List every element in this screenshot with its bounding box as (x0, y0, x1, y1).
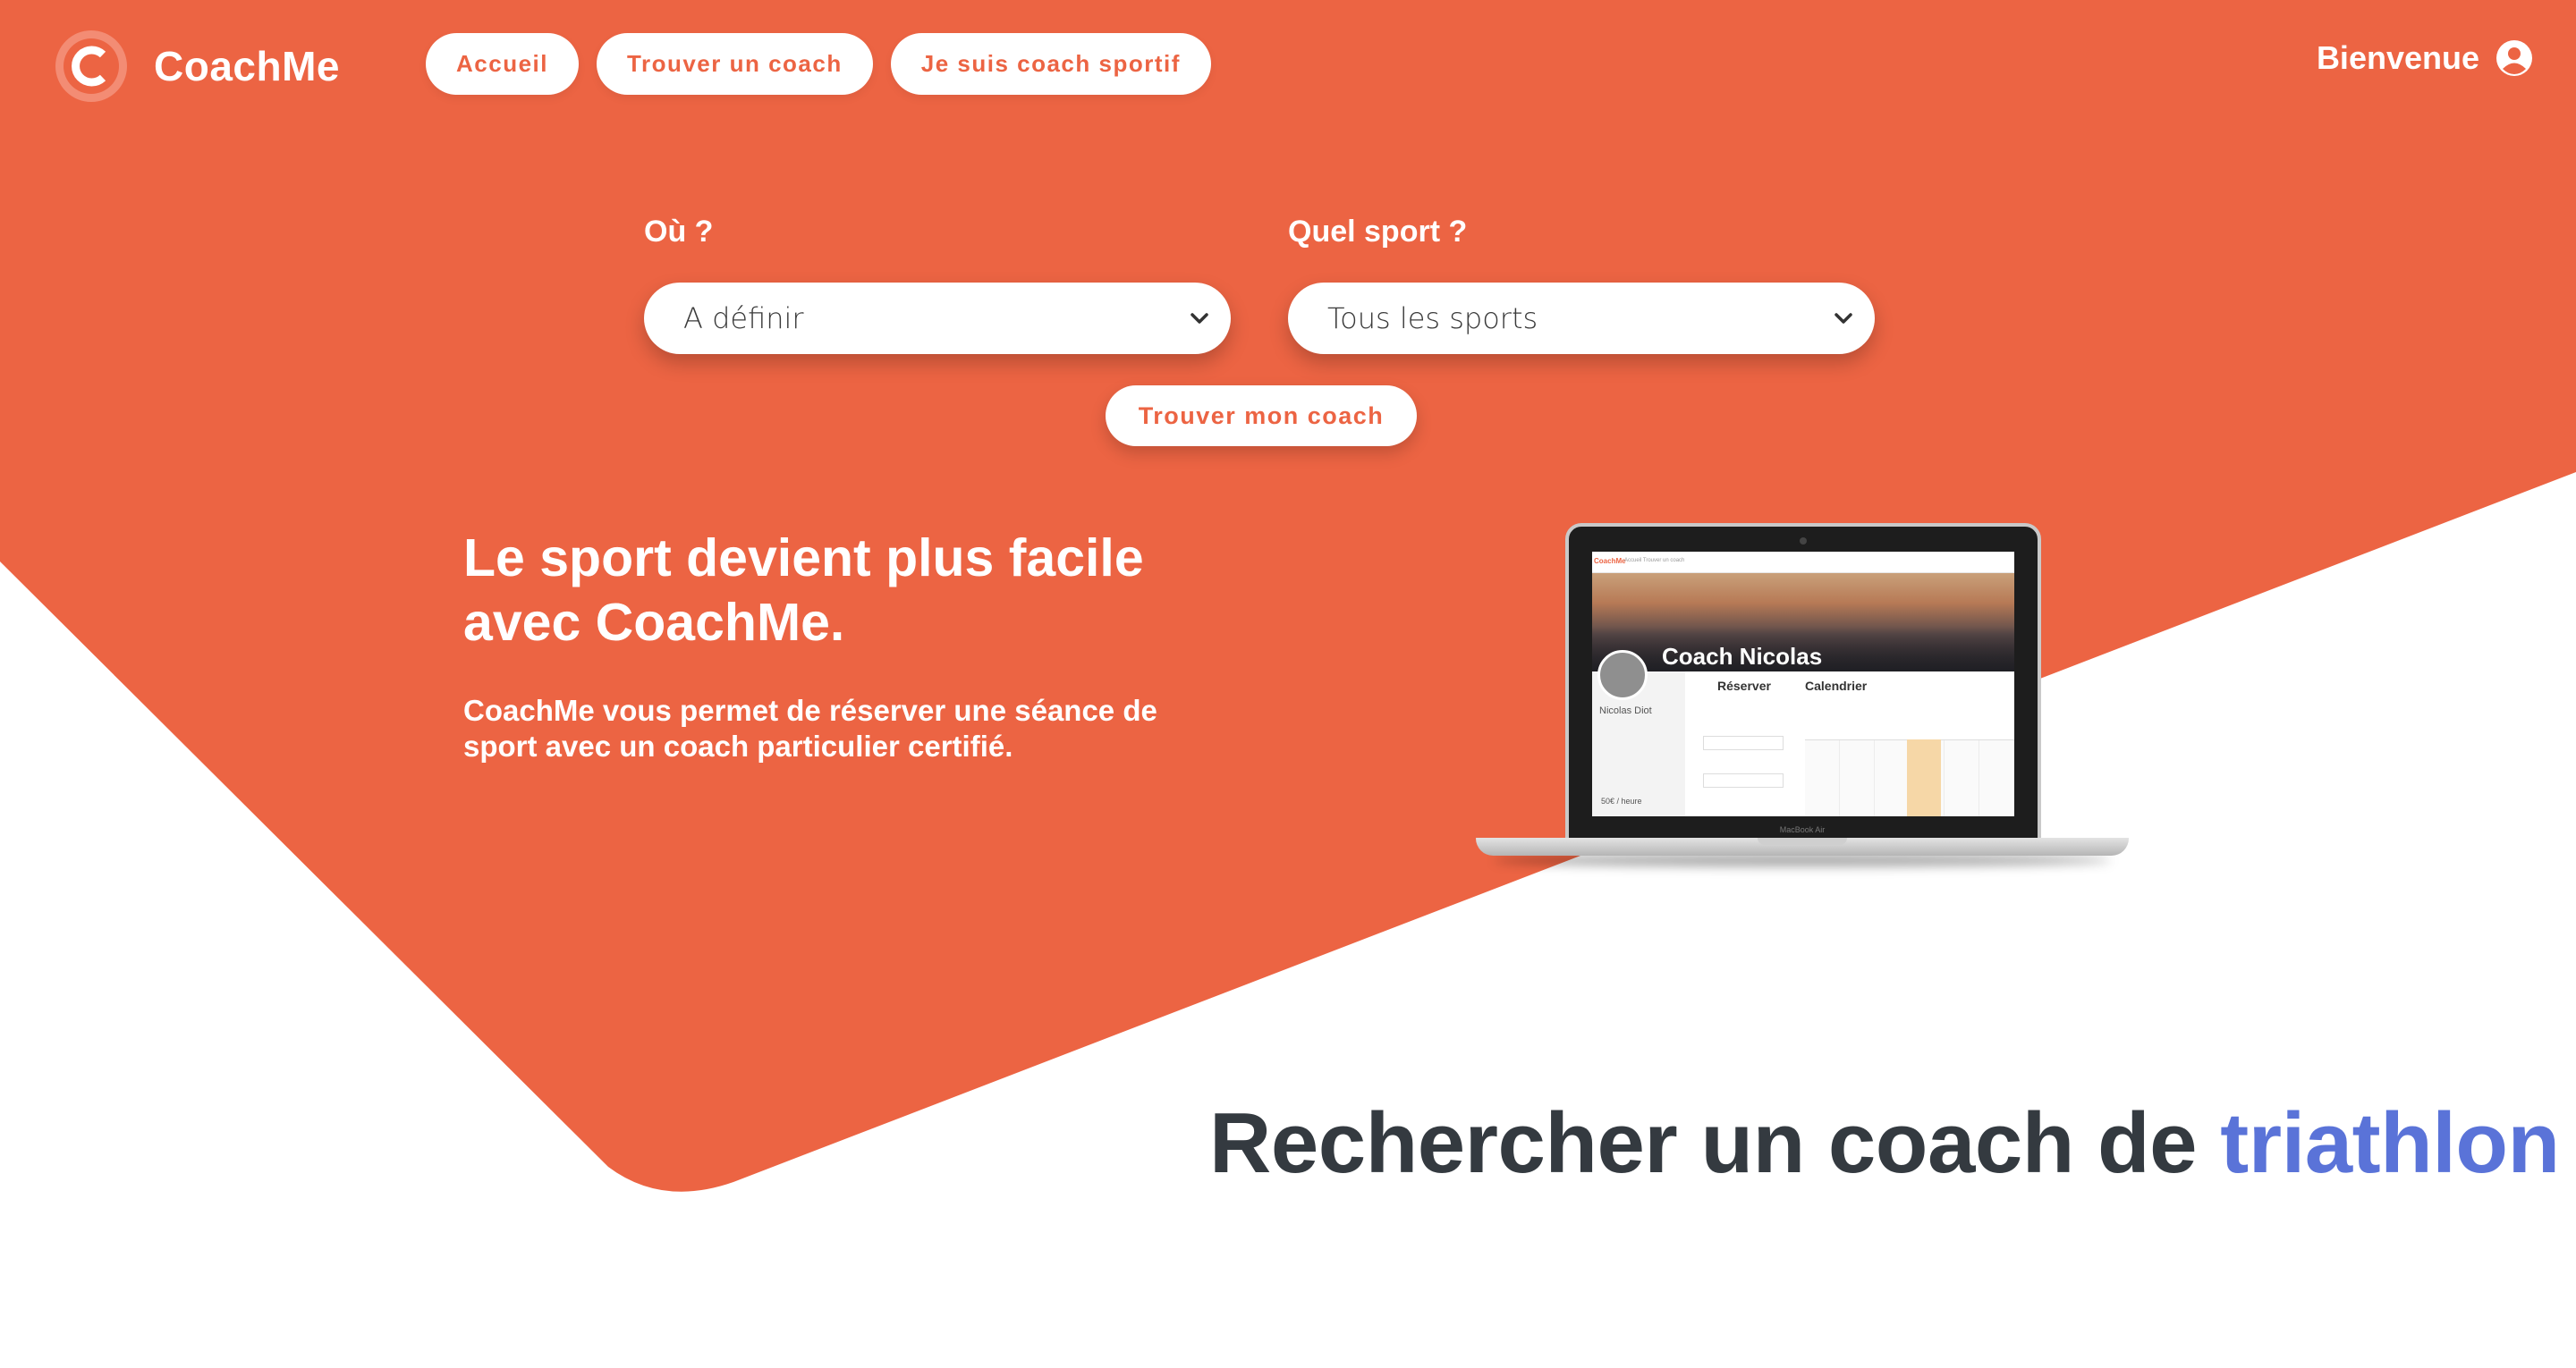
camera-dot (1800, 537, 1807, 545)
preview-price: 50€ / heure (1601, 797, 1642, 806)
preview-date-field (1703, 736, 1784, 750)
hero-title: Le sport devient plus facile avec CoachM… (463, 528, 1144, 652)
search-coach-heading: Rechercher un coach de triathlon (1209, 1095, 2560, 1192)
preview-calendar-highlight (1907, 739, 1941, 816)
nav-find-coach-button[interactable]: Trouver un coach (597, 33, 873, 95)
preview-reserve-heading: Réserver (1717, 679, 1771, 693)
search-coach-heading-sport: triathlon (2220, 1095, 2560, 1191)
laptop-lid: CoachMe Accueil Trouver un coach Nicolas… (1565, 523, 2041, 845)
preview-brand: CoachMe (1594, 557, 1626, 565)
nav-i-am-coach-button[interactable]: Je suis coach sportif (890, 33, 1211, 95)
preview-calendar-heading: Calendrier (1805, 679, 1868, 693)
laptop-base (1476, 838, 2129, 856)
preview-avatar (1597, 650, 1648, 700)
sport-select[interactable]: Tous les sports (1288, 283, 1875, 354)
brand-name: CoachMe (154, 43, 340, 89)
sport-label: Quel sport ? (1288, 215, 1468, 249)
preview-duration-field (1703, 773, 1784, 788)
where-label: Où ? (644, 215, 714, 249)
account-menu[interactable]: Bienvenue (2317, 39, 2533, 77)
brand-logo[interactable]: CoachMe (54, 29, 340, 104)
laptop-preview-image: CoachMe Accueil Trouver un coach Nicolas… (1476, 523, 2129, 872)
preview-navbar: CoachMe Accueil Trouver un coach (1592, 552, 2014, 573)
search-coach-heading-prefix: Rechercher un coach de (1209, 1095, 2198, 1191)
where-select-value: A définir (683, 301, 804, 335)
welcome-label: Bienvenue (2316, 39, 2479, 76)
preview-coach-title: Coach Nicolas (1662, 643, 1823, 670)
chevron-down-icon (1191, 313, 1208, 324)
logo-c-icon (55, 30, 127, 102)
laptop-screen: CoachMe Accueil Trouver un coach Nicolas… (1592, 552, 2014, 816)
chevron-down-icon (1835, 313, 1852, 324)
find-my-coach-button[interactable]: Trouver mon coach (1106, 385, 1417, 446)
laptop-notch (1758, 838, 1847, 845)
preview-coach-name: Nicolas Diot (1599, 705, 1652, 716)
laptop-model-label: MacBook Air (1779, 825, 1826, 834)
where-select[interactable]: A définir (644, 283, 1231, 354)
nav-home-button[interactable]: Accueil (426, 33, 579, 95)
preview-nav-links: Accueil Trouver un coach (1624, 558, 1685, 563)
user-circle-icon (2496, 40, 2532, 76)
hero-description: CoachMe vous permet de réserver une séan… (463, 694, 1157, 763)
laptop-shadow (1494, 854, 2111, 866)
sport-select-value: Tous les sports (1327, 301, 1538, 335)
main-nav: Accueil Trouver un coach Je suis coach s… (426, 33, 1211, 95)
